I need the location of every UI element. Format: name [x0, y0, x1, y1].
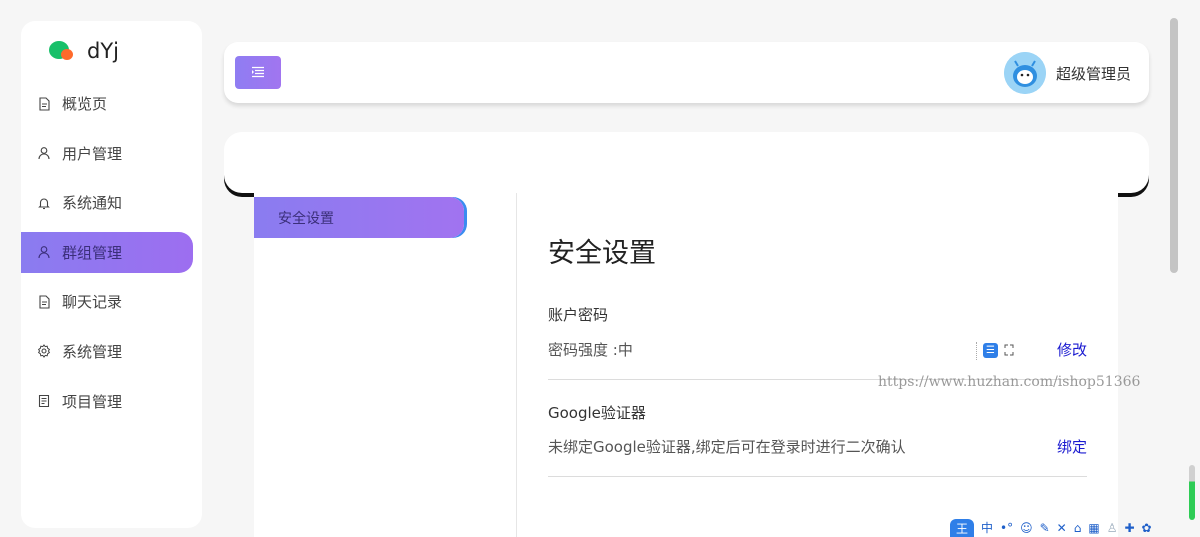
- gear-icon[interactable]: ✿: [1142, 519, 1152, 537]
- dotted-separator: [976, 341, 977, 360]
- vertical-divider: [516, 193, 517, 537]
- user-icon: [37, 245, 51, 259]
- keyboard-icon[interactable]: ▦: [1088, 519, 1099, 537]
- bell-icon: [37, 196, 51, 210]
- divider: [548, 476, 1087, 477]
- bind-google-auth-link[interactable]: 绑定: [1057, 436, 1087, 457]
- sidebar-item-label: 聊天记录: [62, 293, 123, 312]
- smile-icon[interactable]: ☺: [1020, 519, 1033, 537]
- logo-icon: [49, 39, 77, 63]
- user-name[interactable]: 超级管理员: [1056, 63, 1131, 84]
- ime-logo-icon[interactable]: 王: [950, 519, 974, 537]
- watermark-text: https://www.huzhan.com/ishop51366: [878, 374, 1141, 390]
- sidebar-item-chat-records[interactable]: 聊天记录: [21, 281, 202, 322]
- list-document-icon: [37, 394, 51, 408]
- app-logo[interactable]: dYj: [49, 39, 119, 63]
- sidebar-item-system[interactable]: 系统管理: [21, 331, 202, 372]
- password-strength-text: 密码强度 :中: [548, 341, 633, 359]
- sidebar-item-label: 群组管理: [62, 243, 123, 262]
- ime-logo-icon[interactable]: ☰: [983, 343, 998, 358]
- sidebar-item-overview[interactable]: 概览页: [21, 83, 202, 124]
- section-title: 安全设置: [548, 238, 656, 269]
- sidebar-item-projects[interactable]: 项目管理: [21, 381, 202, 422]
- menu-icon: [251, 63, 265, 82]
- dot-icon[interactable]: •°: [1000, 519, 1013, 537]
- sidebar-item-label: 系统通知: [62, 194, 123, 213]
- user-icon: [37, 146, 51, 160]
- google-auth-description: 未绑定Google验证器,绑定后可在登录时进行二次确认: [548, 438, 906, 456]
- pen-icon[interactable]: ✎: [1040, 519, 1050, 537]
- sidebar-item-label: 用户管理: [62, 144, 123, 163]
- top-header: 超级管理员: [224, 42, 1149, 103]
- document-icon: [37, 96, 51, 111]
- sidebar-item-users[interactable]: 用户管理: [21, 133, 202, 174]
- secondary-scrollbar[interactable]: [1189, 465, 1195, 520]
- sidebar-item-label: 概览页: [62, 95, 108, 113]
- modify-password-link[interactable]: 修改: [1057, 339, 1087, 360]
- sidebar-item-notifications[interactable]: 系统通知: [21, 182, 202, 223]
- shirt-icon[interactable]: ✚: [1124, 519, 1134, 537]
- google-auth-group-title: Google验证器: [548, 404, 646, 422]
- expand-icon[interactable]: [1004, 341, 1014, 360]
- sidebar: dYj 概览页 用户管理 系统通知 群组管理 聊天记录 系统管理 项目管理: [21, 21, 202, 528]
- content-header-panel: [224, 132, 1149, 193]
- gear-icon: [37, 344, 51, 359]
- tab-label: 安全设置: [278, 210, 334, 227]
- sidebar-item-label: 项目管理: [62, 392, 123, 411]
- document-icon: [37, 295, 51, 309]
- user-icon[interactable]: ♙: [1107, 519, 1118, 537]
- tools-icon[interactable]: ✕: [1057, 519, 1067, 537]
- avatar[interactable]: [1004, 52, 1046, 94]
- ime-toolbar: 王 中 •° ☺ ✎ ✕ ⌂ ▦ ♙ ✚ ✿: [950, 519, 1200, 537]
- sidebar-item-groups[interactable]: 群组管理: [21, 231, 193, 273]
- page-scrollbar[interactable]: [1170, 18, 1178, 273]
- sidebar-nav: 概览页 用户管理 系统通知 群组管理 聊天记录 系统管理 项目管理: [21, 83, 202, 430]
- menu-toggle-button[interactable]: [235, 56, 281, 89]
- app-name: dYj: [87, 39, 119, 63]
- sidebar-item-label: 系统管理: [62, 342, 123, 361]
- settings-content: 安全设置 安全设置 账户密码 密码强度 :中 修改 Google验证器 未绑定G…: [254, 193, 1118, 537]
- floating-mini-toolbar: ☰: [976, 341, 1014, 360]
- ime-mode-toggle[interactable]: 中: [981, 519, 993, 537]
- shirt-icon[interactable]: ⌂: [1074, 519, 1082, 537]
- password-group-title: 账户密码: [548, 306, 609, 324]
- tab-security-settings[interactable]: 安全设置: [254, 197, 464, 238]
